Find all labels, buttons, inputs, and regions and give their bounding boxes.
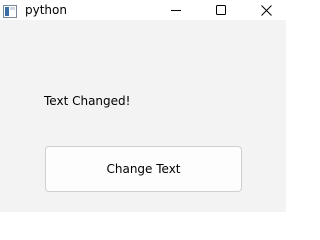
title-bar[interactable]: python: [0, 0, 286, 20]
status-label: Text Changed!: [44, 94, 131, 108]
app-window: python Text Changed! Change Text: [0, 0, 286, 212]
minimize-button[interactable]: [153, 0, 199, 20]
maximize-button[interactable]: [198, 0, 244, 20]
python-app-icon: [3, 3, 17, 18]
maximize-icon: [216, 5, 226, 15]
change-text-button-label: Change Text: [106, 162, 181, 176]
change-text-button[interactable]: Change Text: [45, 146, 242, 192]
minimize-icon: [171, 5, 181, 15]
close-button[interactable]: [243, 0, 289, 20]
window-title: python: [25, 3, 67, 17]
close-icon: [260, 4, 272, 16]
